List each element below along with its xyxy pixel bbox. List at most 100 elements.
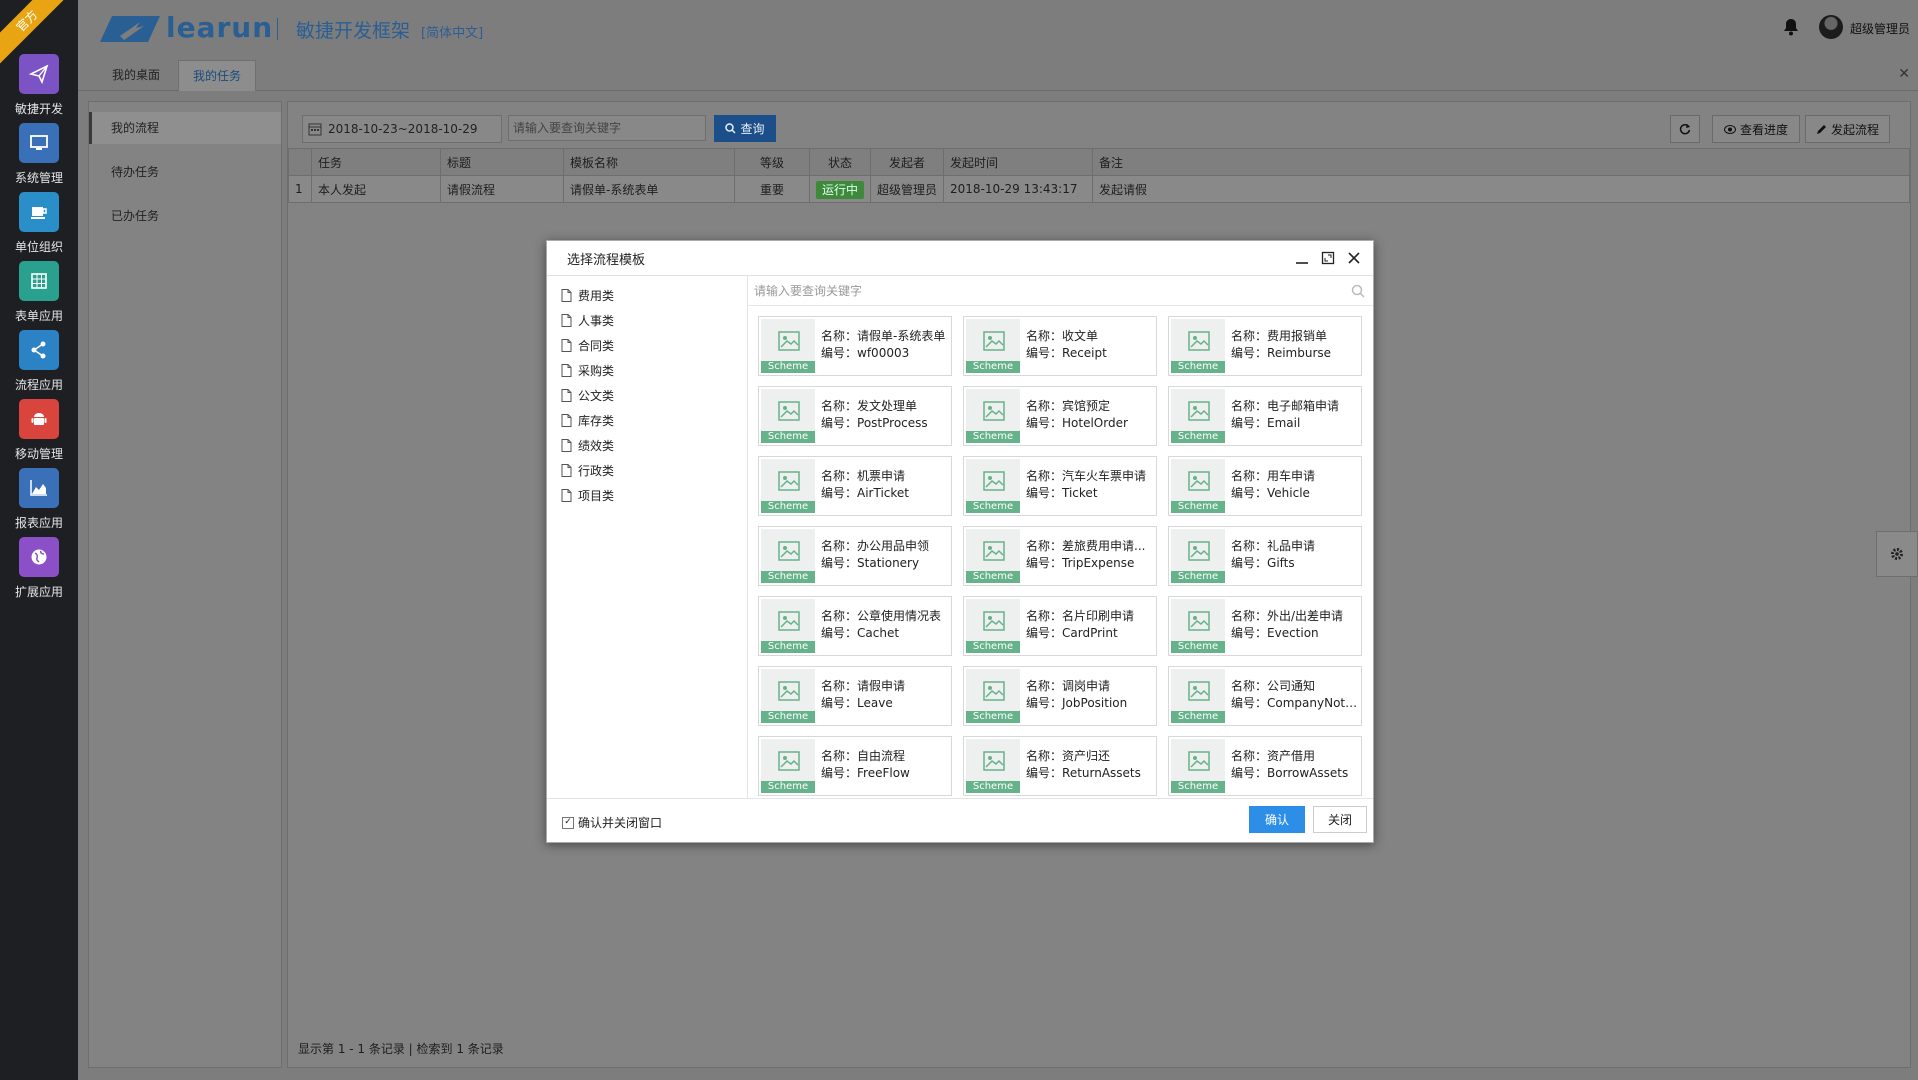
template-card[interactable]: Scheme 名称：请假单-系统表单 编号：wf00003 — [758, 316, 952, 376]
name-prefix: 名称： — [1026, 679, 1063, 693]
template-card[interactable]: Scheme 名称：机票申请 编号：AirTicket — [758, 456, 952, 516]
template-card[interactable]: Scheme 名称：办公用品申领 编号：Stationery — [758, 526, 952, 586]
template-card[interactable]: Scheme 名称：电子邮箱申请 编号：Email — [1168, 386, 1362, 446]
category-item[interactable]: 人事类 — [547, 308, 747, 333]
template-code: 编号：Stationery — [821, 554, 919, 571]
list-toolbar: 2018-10-23~2018-10-29 查询 查看进度 发起流程 — [288, 102, 1910, 146]
category-item[interactable]: 绩效类 — [547, 433, 747, 458]
refresh-button[interactable] — [1670, 115, 1700, 143]
menu-my-process[interactable]: 我的流程 — [89, 112, 281, 144]
category-label: 采购类 — [578, 364, 615, 378]
query-button[interactable]: 查询 — [714, 115, 776, 142]
sidebar-item[interactable]: 系统管理 — [0, 123, 78, 186]
user-name[interactable]: 超级管理员 — [1850, 20, 1910, 37]
date-range-picker[interactable]: 2018-10-23~2018-10-29 — [302, 115, 502, 143]
template-card[interactable]: Scheme 名称：宾馆预定 编号：HotelOrder — [963, 386, 1157, 446]
sidebar-item[interactable]: 移动管理 — [0, 399, 78, 462]
category-item[interactable]: 行政类 — [547, 458, 747, 483]
template-card[interactable]: Scheme 名称：资产归还 编号：ReturnAssets — [963, 736, 1157, 796]
start-process-button[interactable]: 发起流程 — [1805, 115, 1890, 143]
maximize-icon[interactable] — [1319, 249, 1337, 267]
sidebar-item[interactable]: 敏捷开发 — [0, 54, 78, 117]
template-card[interactable]: Scheme 名称：请假申请 编号：Leave — [758, 666, 952, 726]
sidebar-item[interactable]: 报表应用 — [0, 468, 78, 531]
col-header-level[interactable]: 等级 — [734, 148, 810, 176]
image-icon — [778, 751, 800, 771]
template-card[interactable]: Scheme 名称：费用报销单 编号：Reimburse — [1168, 316, 1362, 376]
scheme-tag: Scheme — [761, 361, 815, 373]
template-card[interactable]: Scheme 名称：发文处理单 编号：PostProcess — [758, 386, 952, 446]
tab-my-tasks[interactable]: 我的任务 — [178, 60, 257, 91]
template-name: 名称：机票申请 — [821, 467, 905, 484]
user-avatar[interactable] — [1819, 15, 1843, 39]
scheme-tag: Scheme — [966, 431, 1020, 443]
task-menu-panel: 我的流程 待办任务 已办任务 — [88, 101, 282, 1068]
code-prefix: 编号： — [1026, 346, 1063, 360]
category-item[interactable]: 费用类 — [547, 283, 747, 308]
template-name: 名称：公司通知 — [1231, 677, 1315, 694]
template-card[interactable]: Scheme 名称：礼品申请 编号：Gifts — [1168, 526, 1362, 586]
template-card[interactable]: Scheme 名称：用车申请 编号：Vehicle — [1168, 456, 1362, 516]
template-search-input[interactable] — [748, 282, 1351, 299]
template-thumbnail: Scheme — [761, 459, 815, 513]
category-item[interactable]: 项目类 — [547, 483, 747, 508]
name-prefix: 名称： — [821, 469, 858, 483]
sidebar-item[interactable]: 表单应用 — [0, 261, 78, 324]
close-all-tabs-icon[interactable]: ✕ — [1898, 66, 1910, 82]
category-item[interactable]: 合同类 — [547, 333, 747, 358]
cell-level: 重要 — [734, 175, 810, 203]
template-card[interactable]: Scheme 名称：调岗申请 编号：JobPosition — [963, 666, 1157, 726]
settings-toggle[interactable] — [1876, 531, 1918, 577]
image-icon — [1188, 681, 1210, 701]
col-header-title[interactable]: 标题 — [440, 148, 564, 176]
template-name: 名称：资产归还 — [1026, 747, 1110, 764]
menu-todo-tasks[interactable]: 待办任务 — [89, 156, 281, 188]
col-header-initiator[interactable]: 发起者 — [870, 148, 945, 176]
checkbox-box[interactable]: ✓ — [562, 816, 574, 829]
sidebar-item[interactable]: 单位组织 — [0, 192, 78, 255]
menu-done-tasks[interactable]: 已办任务 — [89, 200, 281, 232]
sidebar-item[interactable]: 扩展应用 — [0, 537, 78, 600]
minimize-icon[interactable] — [1293, 249, 1311, 267]
image-icon — [983, 611, 1005, 631]
template-card[interactable]: Scheme 名称：资产借用 编号：BorrowAssets — [1168, 736, 1362, 796]
template-card[interactable]: Scheme 名称：公司通知 编号：CompanyNoti... — [1168, 666, 1362, 726]
template-code: 编号：Vehicle — [1231, 484, 1310, 501]
template-card[interactable]: Scheme 名称：自由流程 编号：FreeFlow — [758, 736, 952, 796]
code-prefix: 编号： — [821, 346, 858, 360]
template-card[interactable]: Scheme 名称：差旅费用申请... 编号：TripExpense — [963, 526, 1157, 586]
col-header-template[interactable]: 模板名称 — [563, 148, 735, 176]
confirm-close-checkbox[interactable]: ✓ 确认并关闭窗口 — [562, 814, 662, 831]
col-header-task[interactable]: 任务 — [311, 148, 441, 176]
keyword-search-input[interactable] — [508, 115, 706, 141]
col-header-note[interactable]: 备注 — [1092, 148, 1910, 176]
template-card[interactable]: Scheme 名称：公章使用情况表 编号：Cachet — [758, 596, 952, 656]
close-icon[interactable] — [1345, 249, 1363, 267]
scheme-tag: Scheme — [1171, 431, 1225, 443]
category-item[interactable]: 公文类 — [547, 383, 747, 408]
col-header-status[interactable]: 状态 — [808, 148, 872, 176]
logo-text: learun — [166, 11, 274, 44]
template-card[interactable]: Scheme 名称：外出/出差申请 编号：Evection — [1168, 596, 1362, 656]
language-switch[interactable]: [简体中文] — [421, 22, 483, 41]
template-card[interactable]: Scheme 名称：名片印刷申请 编号：CardPrint — [963, 596, 1157, 656]
sidebar-item[interactable]: 流程应用 — [0, 330, 78, 393]
confirm-button[interactable]: 确认 — [1249, 806, 1305, 833]
search-icon[interactable] — [1351, 284, 1365, 298]
template-code-value: HotelOrder — [1062, 416, 1128, 430]
bell-icon[interactable] — [1782, 18, 1800, 36]
template-code: 编号：Leave — [821, 694, 893, 711]
category-item[interactable]: 库存类 — [547, 408, 747, 433]
template-card[interactable]: Scheme 名称：汽车火车票申请 编号：Ticket — [963, 456, 1157, 516]
table-row[interactable]: 1 本人发起 请假流程 请假单-系统表单 重要 运行中 超级管理员 2018-1… — [288, 175, 1910, 203]
template-card[interactable]: Scheme 名称：收文单 编号：Receipt — [963, 316, 1157, 376]
view-progress-button[interactable]: 查看进度 — [1712, 115, 1800, 143]
tab-my-desktop[interactable]: 我的桌面 — [98, 60, 174, 90]
template-code: 编号：Cachet — [821, 624, 899, 641]
category-item[interactable]: 采购类 — [547, 358, 747, 383]
close-button[interactable]: 关闭 — [1313, 806, 1367, 833]
process-table: 任务 标题 模板名称 等级 状态 发起者 发起时间 备注 1 本人发起 请假流程… — [288, 148, 1910, 203]
template-name: 名称：外出/出差申请 — [1231, 607, 1343, 624]
col-header-time[interactable]: 发起时间 — [943, 148, 1094, 176]
template-code: 编号：ReturnAssets — [1026, 764, 1141, 781]
